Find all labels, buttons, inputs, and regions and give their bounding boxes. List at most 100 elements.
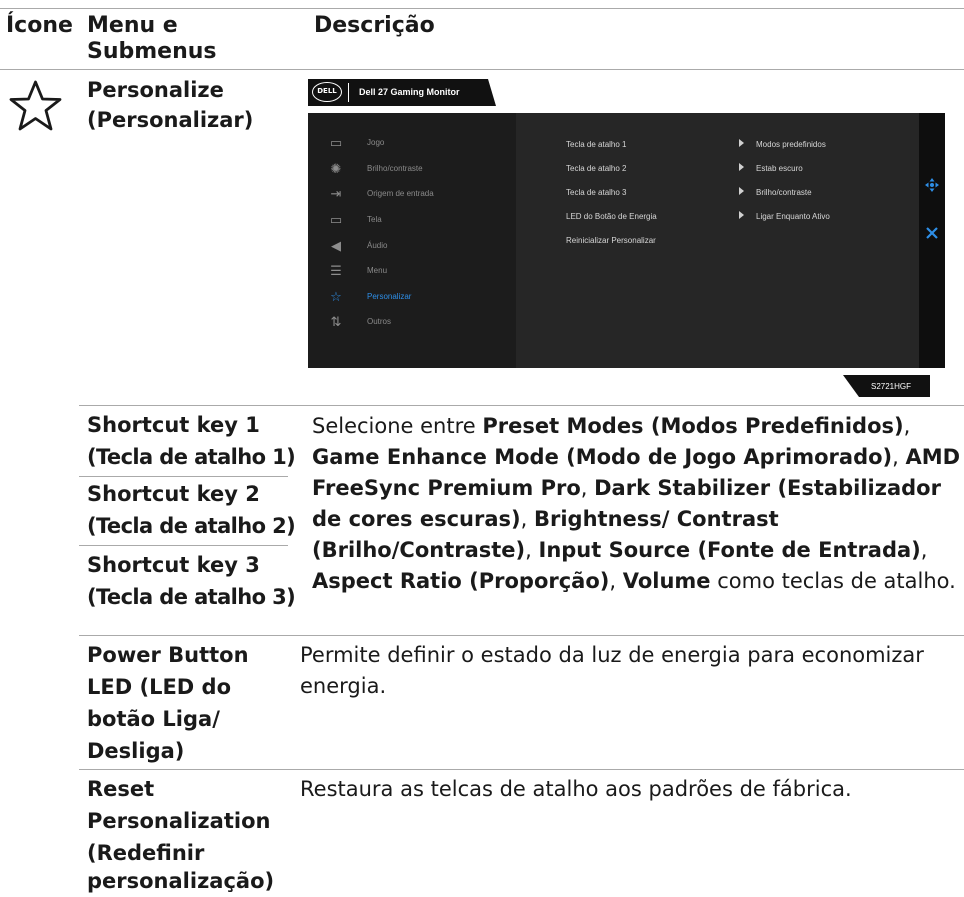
gamepad-icon: ▭ xyxy=(329,136,343,151)
osd-menu-item-personalizar[interactable]: ☆ Personalizar xyxy=(308,287,516,313)
osd-title-divider xyxy=(348,83,349,102)
osd-row-label: Tecla de atalho 1 xyxy=(566,140,627,149)
osd-row-label: LED do Botão de Energia xyxy=(566,212,657,221)
power-led-line1: Power Button xyxy=(87,643,249,667)
star-icon: ☆ xyxy=(330,290,342,305)
row-rule xyxy=(79,769,964,770)
desc-option: Input Source (Fonte de Entrada) xyxy=(538,538,921,562)
arrow-right-icon xyxy=(739,211,744,219)
others-icon: ⇅ xyxy=(330,315,342,330)
power-led-line4: Desliga) xyxy=(87,739,185,763)
close-icon[interactable] xyxy=(926,227,938,239)
desc-sep: , xyxy=(520,507,534,531)
arrow-right-icon xyxy=(739,139,744,147)
menu-icon: ☰ xyxy=(330,264,342,279)
desc-option: Volume xyxy=(622,569,711,593)
osd-menu-item-outros[interactable]: ⇅ Outros xyxy=(308,312,516,338)
osd-row-label: Tecla de atalho 2 xyxy=(566,164,627,173)
input-source-icon: ⇥ xyxy=(330,187,342,202)
row-rule xyxy=(79,476,288,477)
brightness-icon: ✺ xyxy=(330,162,342,177)
osd-row-label: Tecla de atalho 3 xyxy=(566,188,627,197)
shortcut-key-2-line1: Shortcut key 2 xyxy=(87,482,260,506)
reset-line2: Personalization xyxy=(87,809,271,833)
speaker-icon: ◀ xyxy=(331,239,341,254)
osd-menu-label: Áudio xyxy=(367,241,388,250)
power-led-line2: LED (LED do xyxy=(87,675,231,699)
move-icon[interactable] xyxy=(925,178,939,192)
shortcut-key-3-line1: Shortcut key 3 xyxy=(87,553,260,577)
shortcut-keys-description: Selecione entre Preset Modes (Modos Pred… xyxy=(312,411,962,597)
osd-title-bar: DELL Dell 27 Gaming Monitor xyxy=(308,79,496,106)
osd-menu-label: Tela xyxy=(367,215,382,224)
osd-menu-label: Outros xyxy=(367,317,392,326)
reset-description: Restaura as telcas de atalho aos padrões… xyxy=(300,777,852,801)
header-menu-line2: Submenus xyxy=(87,39,217,64)
osd-menu-label-active: Personalizar xyxy=(367,292,412,301)
dell-logo-text: DELL xyxy=(317,87,337,95)
header-menu-line1: Menu e xyxy=(87,13,178,38)
desc-sep: , xyxy=(920,538,928,562)
power-led-line3: botão Liga/ xyxy=(87,707,220,731)
shortcut-key-3-line2: (Tecla de atalho 3) xyxy=(87,585,296,609)
osd-row-hotkey3[interactable]: Tecla de atalho 3 Brilho/contraste xyxy=(516,183,919,207)
osd-row-value: Ligar Enquanto Ativo xyxy=(756,212,830,221)
osd-menu-item-brilho[interactable]: ✺ Brilho/contraste xyxy=(308,159,516,185)
desc-sep: , xyxy=(892,445,906,469)
osd-row-hotkey1[interactable]: Tecla de atalho 1 Modos predefinidos xyxy=(516,135,919,159)
osd-submenu: Tecla de atalho 1 Modos predefinidos Tec… xyxy=(516,113,919,368)
star-outline-icon xyxy=(9,80,62,131)
reset-line4: personalização) xyxy=(87,869,275,893)
model-badge: S2721HGF xyxy=(843,375,930,397)
top-rule xyxy=(0,8,964,9)
arrow-right-icon xyxy=(739,187,744,195)
desc-option: Game Enhance Mode (Modo de Jogo Aprimora… xyxy=(312,445,893,469)
header-description: Descrição xyxy=(314,13,435,38)
osd-title: Dell 27 Gaming Monitor xyxy=(359,87,460,97)
desc-option: Preset Modes (Modos Predefinidos) xyxy=(482,414,904,438)
section-title-line2: (Personalizar) xyxy=(87,108,254,132)
osd-menu-item-origem[interactable]: ⇥ Origem de entrada xyxy=(308,184,516,210)
shortcut-key-1-line1: Shortcut key 1 xyxy=(87,413,260,437)
desc-option: Aspect Ratio (Proporção) xyxy=(312,569,610,593)
desc-sep: , xyxy=(580,476,595,500)
osd-row-reset[interactable]: Reinicializar Personalizar xyxy=(516,231,919,255)
osd-row-value: Brilho/contraste xyxy=(756,188,812,197)
desc-sep: , xyxy=(903,414,911,438)
osd-panel: ▭ Jogo ✺ Brilho/contraste ⇥ Origem de en… xyxy=(308,113,945,368)
header-icon: Ícone xyxy=(6,13,73,38)
desc-sep: , xyxy=(609,569,623,593)
row-rule xyxy=(79,405,964,406)
reset-line1: Reset xyxy=(87,777,155,801)
reset-line3: (Redefinir xyxy=(87,841,205,865)
osd-menu-item-audio[interactable]: ◀ Áudio xyxy=(308,236,516,262)
osd-row-value: Estab escuro xyxy=(756,164,803,173)
osd-row-value: Modos predefinidos xyxy=(756,140,826,149)
desc-text: Selecione entre xyxy=(312,414,483,438)
osd-menu-screenshot: DELL Dell 27 Gaming Monitor ▭ Jogo ✺ Bri… xyxy=(308,79,964,404)
shortcut-key-1-line2: (Tecla de atalho 1) xyxy=(87,445,296,469)
model-text: S2721HGF xyxy=(871,382,912,391)
desc-sep: , xyxy=(525,538,539,562)
osd-nav-bar xyxy=(919,113,945,368)
osd-row-label: Reinicializar Personalizar xyxy=(566,236,656,245)
row-rule xyxy=(79,545,288,546)
osd-menu-item-jogo[interactable]: ▭ Jogo xyxy=(308,133,516,159)
osd-row-power-led[interactable]: LED do Botão de Energia Ligar Enquanto A… xyxy=(516,207,919,231)
osd-menu-label: Origem de entrada xyxy=(367,189,434,198)
osd-menu-item-menu[interactable]: ☰ Menu xyxy=(308,261,516,287)
display-icon: ▭ xyxy=(329,213,343,228)
section-title-line1: Personalize xyxy=(87,78,224,102)
header-rule xyxy=(0,69,964,70)
row-rule xyxy=(79,635,964,636)
osd-row-hotkey2[interactable]: Tecla de atalho 2 Estab escuro xyxy=(516,159,919,183)
osd-menu-item-tela[interactable]: ▭ Tela xyxy=(308,210,516,236)
arrow-right-icon xyxy=(739,163,744,171)
osd-menu-label: Menu xyxy=(367,266,388,275)
desc-text: como teclas de atalho. xyxy=(710,569,956,593)
osd-menu-label: Jogo xyxy=(367,138,385,147)
shortcut-key-2-line2: (Tecla de atalho 2) xyxy=(87,514,296,538)
osd-menu-label: Brilho/contraste xyxy=(367,164,423,173)
power-led-description: Permite definir o estado da luz de energ… xyxy=(300,643,924,698)
osd-main-menu: ▭ Jogo ✺ Brilho/contraste ⇥ Origem de en… xyxy=(308,113,516,368)
